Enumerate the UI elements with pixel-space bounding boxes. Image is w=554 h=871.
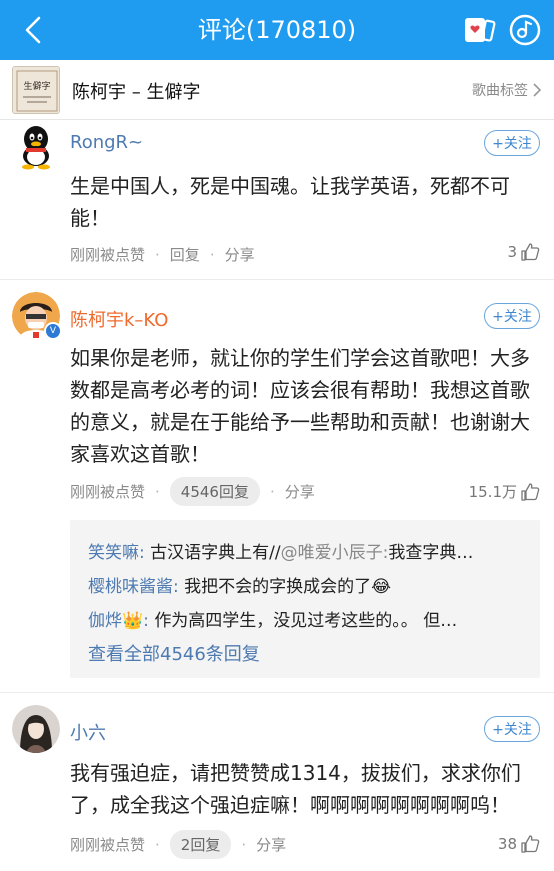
comment-meta: 刚刚被点赞 · 4546回复 · 分享 — [70, 477, 315, 506]
reply-username[interactable]: 樱桃味酱酱: — [88, 577, 179, 597]
comment-username[interactable]: 小六 — [70, 719, 106, 745]
reply-line[interactable]: 笑笑嘛: 古汉语字典上有//@唯爱小辰子:我查字典… — [88, 538, 473, 563]
reply-text: 我把不会的字换成会的了😂 — [184, 577, 392, 597]
like-button[interactable]: 38 — [498, 834, 540, 854]
separator-dot: · — [269, 482, 275, 501]
comment-meta: 刚刚被点赞 · 2回复 · 分享 — [70, 830, 286, 859]
follow-button[interactable]: +关注 — [484, 716, 540, 742]
verified-badge: V — [44, 322, 62, 340]
separator-dot: · — [241, 835, 247, 854]
comment-text: 如果你是老师，就让你的学生们学会这首歌吧！大多数都是高考必考的词！应该会很有帮助… — [70, 346, 530, 466]
like-count: 15.1万 — [468, 483, 517, 501]
separator-dot: · — [155, 245, 160, 264]
like-button[interactable]: 15.1万 — [469, 481, 540, 502]
thumbs-up-icon — [521, 835, 540, 853]
reply-username[interactable]: 笑笑嘛: — [88, 543, 145, 563]
share-cards-button[interactable] — [462, 14, 496, 46]
cards-icon — [465, 18, 496, 42]
reply-button[interactable]: 2回复 — [169, 830, 232, 859]
separator-dot: · — [209, 245, 215, 264]
song-tag-link[interactable]: 歌曲标签 — [472, 80, 542, 100]
comment-time: 刚刚被点赞 — [70, 483, 146, 501]
comment-text: 我有强迫症，请把赞赞成1314，拔拔们，求求你们了，成全我这个强迫症嘛！啊啊啊啊… — [70, 761, 521, 817]
separator-dot: · — [155, 835, 160, 854]
avatar[interactable] — [12, 705, 60, 753]
now-playing-button[interactable] — [508, 13, 542, 47]
reply-mention[interactable]: @唯爱小辰子: — [281, 543, 389, 563]
song-cover: 生僻字 — [12, 66, 60, 114]
reply-button[interactable]: 回复 — [170, 244, 200, 265]
comment-time: 刚刚被点赞 — [70, 246, 146, 264]
follow-button[interactable]: +关注 — [484, 130, 540, 156]
top-bar: 评论(170810) — [0, 0, 554, 60]
reply-text: 古汉语字典上有// — [150, 543, 281, 563]
comment-item: RongR~ +关注 生是中国人，死是中国魂。让我学英语，死都不可能！ 刚刚被点… — [0, 120, 554, 280]
song-row[interactable]: 生僻字 陈柯宇 – 生僻字 歌曲标签 — [0, 60, 554, 120]
reply-username[interactable]: 伽烨👑: — [88, 611, 149, 631]
music-disc-icon — [509, 14, 541, 46]
thumbs-up-icon — [521, 243, 540, 261]
reply-text: 作为高四学生，没见过考这些的。。 但… — [154, 611, 458, 631]
share-button[interactable]: 分享 — [225, 244, 255, 265]
comment-username[interactable]: RongR~ — [70, 132, 143, 153]
reply-text-cont: 我查字典… — [388, 543, 474, 563]
comment-text: 生是中国人，死是中国魂。让我学英语，死都不可能！ — [70, 174, 510, 230]
comment-time: 刚刚被点赞 — [70, 836, 146, 854]
reply-line[interactable]: 樱桃味酱酱: 我把不会的字换成会的了😂 — [88, 572, 391, 597]
like-count: 3 — [507, 243, 517, 261]
svg-text:生僻字: 生僻字 — [23, 80, 50, 92]
reply-button[interactable]: 4546回复 — [169, 477, 260, 506]
like-count: 38 — [497, 835, 517, 853]
comment-username[interactable]: 陈柯宇k–KO — [70, 306, 168, 332]
follow-button[interactable]: +关注 — [484, 303, 540, 329]
avatar[interactable] — [12, 122, 60, 170]
chevron-right-icon — [533, 83, 542, 97]
view-all-replies-link[interactable]: 查看全部4546条回复 — [88, 640, 260, 666]
comment-meta: 刚刚被点赞 · 回复 · 分享 — [70, 244, 255, 265]
song-tag-label: 歌曲标签 — [472, 83, 528, 99]
reply-line[interactable]: 伽烨👑: 作为高四学生，没见过考这些的。。 但… — [88, 606, 457, 631]
share-button[interactable]: 分享 — [256, 834, 286, 855]
song-title: 陈柯宇 – 生僻字 — [72, 82, 201, 103]
reply-preview-box[interactable]: 笑笑嘛: 古汉语字典上有//@唯爱小辰子:我查字典… 樱桃味酱酱: 我把不会的字… — [70, 520, 540, 678]
comment-item: 小六 +关注 我有强迫症，请把赞赞成1314，拔拔们，求求你们了，成全我这个强迫… — [0, 693, 554, 871]
like-button[interactable]: 3 — [507, 242, 540, 262]
separator-dot: · — [155, 482, 160, 501]
thumbs-up-icon — [521, 482, 540, 501]
share-button[interactable]: 分享 — [285, 481, 315, 502]
